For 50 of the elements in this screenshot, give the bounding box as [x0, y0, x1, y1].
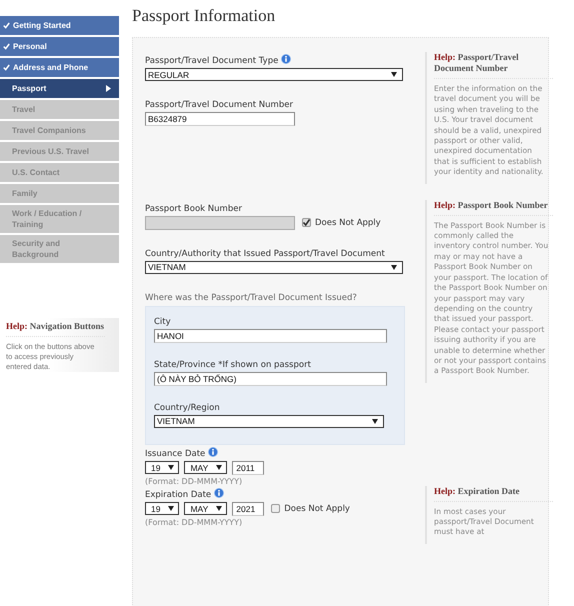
field-label: Expiration Date	[145, 490, 212, 500]
checkbox-label: Does Not Apply	[315, 218, 381, 228]
input-field[interactable]: HANOI	[154, 328, 387, 343]
nav-button[interactable]: Getting Started	[0, 16, 119, 35]
help-title: Help: Passport/Travel Document Number	[434, 52, 553, 79]
checkbox[interactable]	[271, 504, 280, 514]
select-field[interactable]: VIETNAM	[154, 414, 384, 428]
field-label: Where was the Passport/Travel Document Issued?	[145, 292, 357, 303]
format-hint: (Format: DD-MMM-YYYY)	[145, 518, 244, 527]
month-select[interactable]: MAY	[184, 502, 228, 516]
field-label: Passport Book Number	[145, 204, 242, 214]
field-label: Passport/Travel Document Number	[145, 100, 293, 110]
help-title: Help: Passport Book Number	[434, 200, 553, 216]
help-title: Help: Expiration Date	[434, 486, 553, 502]
caret-icon	[391, 72, 397, 77]
field-label: State/Province *If shown on passport	[154, 360, 311, 370]
checkbox-label: Does Not Apply	[284, 504, 350, 514]
year-field[interactable]: 2011	[232, 460, 264, 475]
field-label: Issuance Date	[145, 448, 206, 459]
caret-icon	[216, 506, 222, 512]
arrow-icon	[106, 85, 111, 92]
page-title: Passport Information	[132, 6, 276, 26]
field-label: Passport/Travel Document Type	[145, 56, 278, 66]
day-select[interactable]: 19	[145, 502, 180, 516]
caret-icon	[216, 465, 222, 470]
caret-icon	[391, 264, 397, 270]
day-select[interactable]: 19	[145, 461, 180, 474]
month-select[interactable]: MAY	[184, 461, 228, 474]
check-icon	[3, 43, 10, 50]
info-icon[interactable]	[281, 54, 292, 64]
field-label: Country/Authority that Issued Passport/Travel Document	[145, 248, 385, 259]
check-icon	[3, 22, 10, 29]
info-icon[interactable]	[214, 488, 224, 498]
nav-button[interactable]: Address and Phone	[0, 58, 119, 77]
caret-icon	[168, 465, 174, 470]
nav-button[interactable]: Personal	[0, 37, 119, 56]
field-label: City	[154, 316, 171, 327]
input-field[interactable]: (Ô NÀY BỎ TRỐNG)	[154, 372, 387, 386]
info-icon[interactable]	[208, 446, 218, 457]
nav-button[interactable]: Passport	[0, 79, 119, 98]
help-title: Help: Navigation Buttons	[6, 321, 105, 337]
select-field[interactable]: REGULAR	[145, 68, 403, 81]
year-field[interactable]: 2021	[232, 502, 264, 516]
input-field[interactable]: B6324879	[145, 112, 295, 126]
caret-icon	[372, 418, 378, 424]
field-label: Country/Region	[154, 402, 220, 413]
select-field[interactable]: VIETNAM	[145, 260, 403, 274]
check-icon	[3, 64, 10, 71]
format-hint: (Format: DD-MMM-YYYY)	[145, 476, 244, 486]
caret-icon	[168, 506, 174, 512]
